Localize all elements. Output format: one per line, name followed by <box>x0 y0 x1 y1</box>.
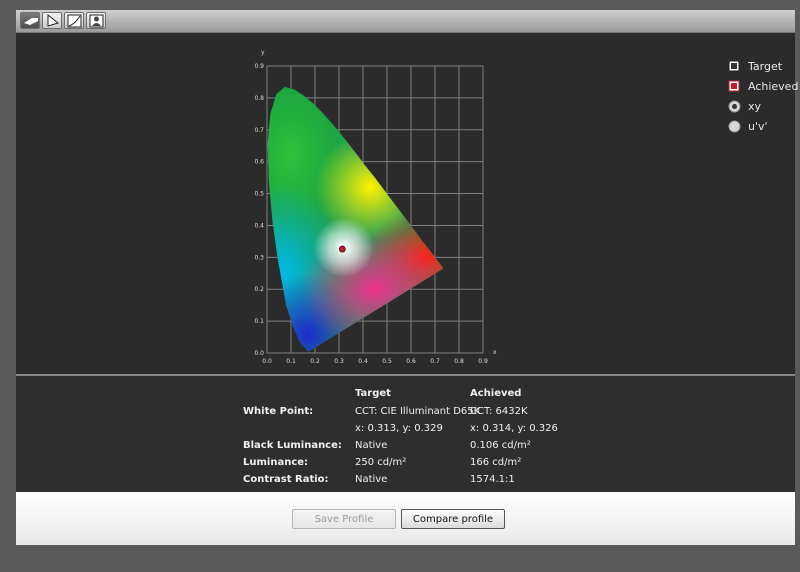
display-tool-icon <box>24 18 38 25</box>
contrast-ratio-target: Native <box>355 474 388 485</box>
x-tick-label: 0.3 <box>334 358 344 365</box>
achieved-column-header: Achieved <box>470 388 522 399</box>
y-tick-label: 0.2 <box>254 286 264 293</box>
x-tick-label: 0.8 <box>454 358 464 365</box>
x-tick-label: 0.7 <box>430 358 440 365</box>
curve-tool-icon <box>67 14 82 28</box>
portrait-tool-icon <box>89 14 104 28</box>
y-tick-label: 0.8 <box>254 95 264 102</box>
white-point-label: White Point: <box>243 406 314 417</box>
toolbar <box>16 10 795 33</box>
save-profile-button[interactable]: Save Profile <box>292 509 396 529</box>
x-tick-label: 0.6 <box>406 358 416 365</box>
contrast-ratio-label: Contrast Ratio: <box>243 474 329 485</box>
y-tick-label: 0.7 <box>254 127 264 134</box>
portrait-tool-button[interactable] <box>86 12 106 29</box>
target-marker-icon <box>728 60 740 72</box>
white-point-target-xy: x: 0.313, y: 0.329 <box>355 423 443 434</box>
white-point-target-cct: CCT: CIE Illuminant D65K <box>355 406 481 417</box>
legend-achieved-label: Achieved <box>748 80 799 93</box>
black-luminance-target: Native <box>355 440 388 451</box>
white-point-achieved-cct: CCT: 6432K <box>470 406 528 417</box>
achieved-point-marker <box>338 245 346 253</box>
radio-uv-label: u'v' <box>748 120 768 133</box>
y-axis-label: y <box>261 49 265 56</box>
radio-xy-label: xy <box>748 100 762 113</box>
contrast-ratio-achieved: 1574.1:1 <box>470 474 515 485</box>
cie-chromaticity-chart: 0.0 0.1 0.2 0.3 0.4 0.5 0.6 0.7 0.8 0.9 0.0 0.1 0.2 0… <box>254 49 497 365</box>
gamut-tool-icon <box>47 14 60 27</box>
y-tick-label: 0.0 <box>254 350 264 357</box>
legend-target-label: Target <box>748 60 783 73</box>
x-tick-label: 0.9 <box>478 358 488 365</box>
x-tick-label: 0.2 <box>310 358 320 365</box>
luminance-achieved: 166 cd/m² <box>470 457 522 468</box>
radio-xy[interactable]: xy <box>728 99 798 115</box>
x-tick-label: 0.0 <box>262 358 272 365</box>
achieved-marker-icon <box>728 80 740 92</box>
compare-profile-button[interactable]: Compare profile <box>401 509 505 529</box>
profile-info-table: Target Achieved White Point: CCT: CIE Il… <box>16 376 795 492</box>
legend-target[interactable]: Target <box>728 59 798 75</box>
x-axis-label: x <box>493 349 497 356</box>
radio-unselected-icon <box>728 120 741 133</box>
radio-uv[interactable]: u'v' <box>728 119 798 135</box>
curve-tool-button[interactable] <box>64 12 84 29</box>
calibration-window: 0.0 0.1 0.2 0.3 0.4 0.5 0.6 0.7 0.8 0.9 0.0 0.1 0.2 0… <box>16 10 798 545</box>
y-tick-label: 0.1 <box>254 318 264 325</box>
y-tick-label: 0.6 <box>254 159 264 166</box>
legend-achieved[interactable]: Achieved <box>728 79 798 95</box>
point-markers <box>338 243 347 253</box>
y-tick-label: 0.3 <box>254 254 264 261</box>
x-tick-label: 0.1 <box>286 358 296 365</box>
y-tick-label: 0.5 <box>254 191 264 198</box>
x-tick-label: 0.5 <box>382 358 392 365</box>
y-tick-label: 0.9 <box>254 63 264 70</box>
black-luminance-label: Black Luminance: <box>243 440 342 451</box>
footer-bar: Save Profile Compare profile <box>16 492 795 545</box>
x-tick-label: 0.4 <box>358 358 368 365</box>
radio-selected-icon <box>728 100 741 113</box>
target-column-header: Target <box>355 388 391 399</box>
gamut-tool-button[interactable] <box>42 12 62 29</box>
y-tick-label: 0.4 <box>254 222 264 229</box>
black-luminance-achieved: 0.106 cd/m² <box>470 440 531 451</box>
white-point-achieved-xy: x: 0.314, y: 0.326 <box>470 423 558 434</box>
luminance-label: Luminance: <box>243 457 309 468</box>
chromaticity-plot-area: 0.0 0.1 0.2 0.3 0.4 0.5 0.6 0.7 0.8 0.9 0.0 0.1 0.2 0… <box>16 33 798 375</box>
luminance-target: 250 cd/m² <box>355 457 407 468</box>
display-tool-button[interactable] <box>20 12 40 29</box>
